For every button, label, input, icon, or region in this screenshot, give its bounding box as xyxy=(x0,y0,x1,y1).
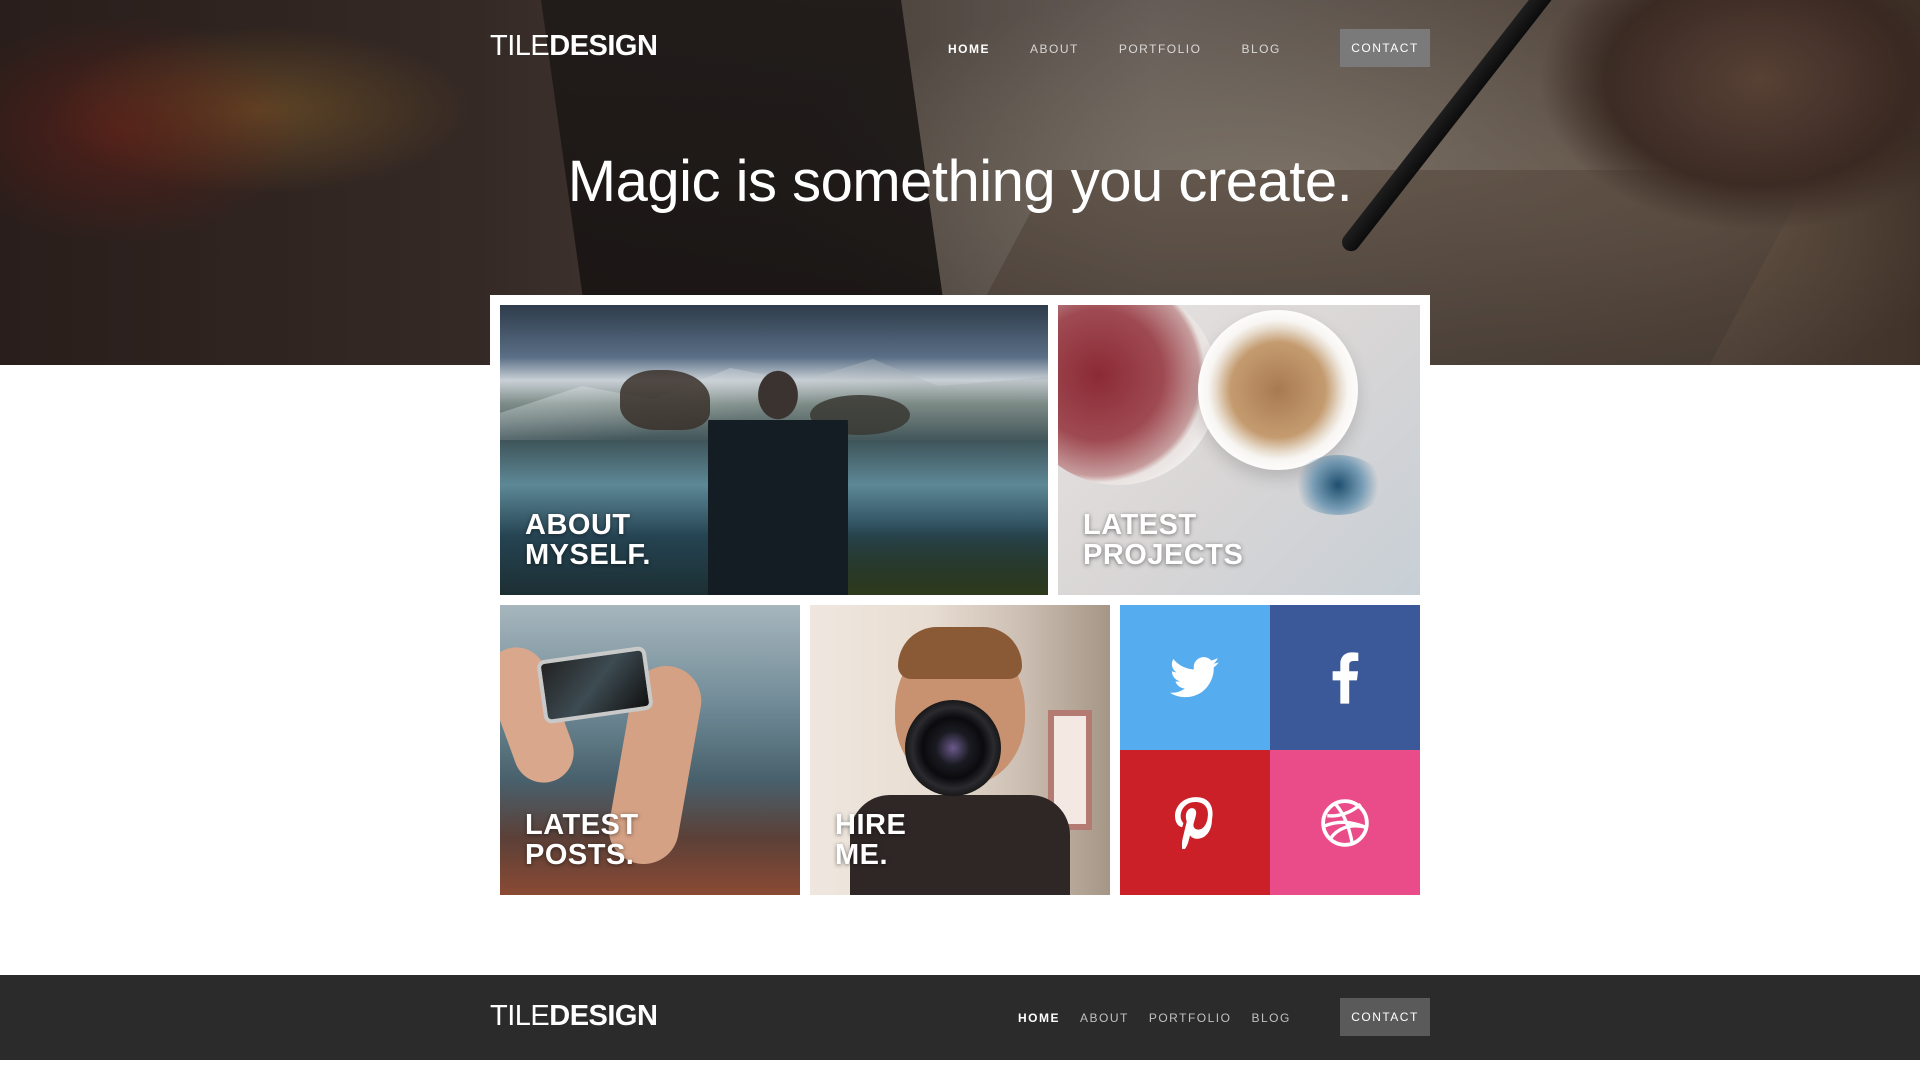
logo-bold-text: DESIGN xyxy=(549,1000,658,1032)
tile-label-line: LATEST xyxy=(525,809,639,841)
hair-image xyxy=(898,627,1022,679)
nav-about[interactable]: ABOUT xyxy=(1030,42,1079,56)
footer-nav-home[interactable]: HOME xyxy=(1018,1011,1060,1025)
dribbble-link[interactable] xyxy=(1270,750,1420,895)
logo-thin-text: TILE xyxy=(490,1000,550,1032)
footer: TILEDESIGN HOME ABOUT PORTFOLIO BLOG CON… xyxy=(0,975,1920,1060)
footer-logo[interactable]: TILEDESIGN xyxy=(490,1000,658,1033)
bowl-image xyxy=(1058,305,1218,485)
footer-contact-button[interactable]: CONTACT xyxy=(1340,998,1430,1036)
footer-nav-about[interactable]: ABOUT xyxy=(1080,1011,1129,1025)
tile-about-label: ABOUT MYSELF. xyxy=(525,510,745,570)
header-logo[interactable]: TILEDESIGN xyxy=(490,30,658,63)
facebook-icon xyxy=(1332,651,1359,704)
hero-title: Magic is something you create. xyxy=(567,149,1353,214)
tile-label-line: LATEST xyxy=(1083,509,1197,541)
tile-about-myself[interactable]: ABOUT MYSELF. xyxy=(500,305,1048,595)
nav-home[interactable]: HOME xyxy=(948,42,990,56)
tile-latest-projects[interactable]: LATEST PROJECTS xyxy=(1058,305,1420,595)
tile-grid: ABOUT MYSELF. LATEST PROJECTS LATEST POS… xyxy=(490,295,1430,905)
tile-label-line: HIRE xyxy=(835,809,907,841)
rock-image xyxy=(620,370,710,430)
ink-stain-image xyxy=(1293,455,1383,515)
tile-label-line: POSTS. xyxy=(525,839,635,871)
contact-button[interactable]: CONTACT xyxy=(1340,29,1430,67)
pinterest-link[interactable] xyxy=(1120,750,1270,895)
dribbble-icon xyxy=(1321,798,1369,847)
nav-portfolio[interactable]: PORTFOLIO xyxy=(1119,42,1202,56)
tile-label-line: PROJECTS xyxy=(1083,539,1244,571)
footer-nav-portfolio[interactable]: PORTFOLIO xyxy=(1149,1011,1232,1025)
coffee-cup-image xyxy=(1198,310,1358,470)
grass-image xyxy=(848,525,1048,595)
facebook-link[interactable] xyxy=(1270,605,1420,750)
tile-latest-posts[interactable]: LATEST POSTS. xyxy=(500,605,800,895)
header-nav: HOME ABOUT PORTFOLIO BLOG xyxy=(948,42,1281,56)
logo-thin-text: TILE xyxy=(490,30,550,62)
pinterest-icon xyxy=(1175,796,1213,849)
twitter-icon xyxy=(1170,656,1220,697)
tile-label-line: MYSELF. xyxy=(525,539,651,571)
tile-posts-label: LATEST POSTS. xyxy=(525,810,745,870)
footer-nav-blog[interactable]: BLOG xyxy=(1251,1011,1290,1025)
tile-projects-label: LATEST PROJECTS xyxy=(1083,510,1303,570)
tile-hire-label: HIRE ME. xyxy=(835,810,1055,870)
hero-hand-image xyxy=(1530,0,1920,290)
twitter-link[interactable] xyxy=(1120,605,1270,750)
tile-label-line: ME. xyxy=(835,839,889,871)
tile-hire-me[interactable]: HIRE ME. xyxy=(810,605,1110,895)
footer-nav: HOME ABOUT PORTFOLIO BLOG xyxy=(1018,1011,1291,1025)
camera-lens-image xyxy=(905,700,1001,796)
nav-blog[interactable]: BLOG xyxy=(1241,42,1280,56)
tile-label-line: ABOUT xyxy=(525,509,631,541)
logo-bold-text: DESIGN xyxy=(549,30,658,62)
